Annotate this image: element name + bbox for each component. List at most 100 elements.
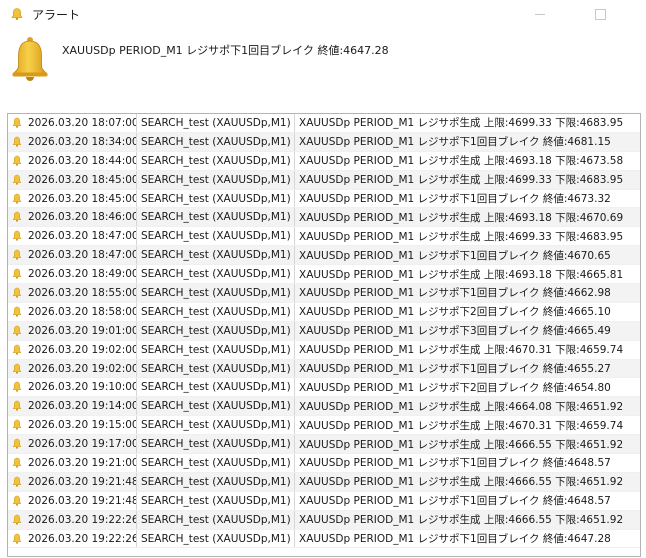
bell-icon <box>12 344 22 355</box>
alert-text: XAUUSDp PERIOD_M1 レジサポ下1回目ブレイク 終値:4670.6… <box>299 249 611 262</box>
alert-text: XAUUSDp PERIOD_M1 レジサポ下1回目ブレイク 終値:4673.3… <box>299 193 611 205</box>
alert-source: SEARCH_test (XAUUSDp,M1) <box>137 510 295 529</box>
alert-row[interactable]: 2026.03.20 19:21:00 SEARCH_test (XAUUSDp… <box>8 454 640 473</box>
alert-row[interactable]: 2026.03.20 19:02:00 SEARCH_test (XAUUSDp… <box>8 359 640 379</box>
alert-time-cell: 2026.03.20 18:34:00 <box>8 132 137 151</box>
alert-list[interactable]: 2026.03.20 18:07:00 SEARCH_test (XAUUSDp… <box>7 113 641 557</box>
alert-row[interactable]: 2026.03.20 18:47:00 SEARCH_test (XAUUSDp… <box>8 246 640 266</box>
alert-row[interactable]: 2026.03.20 18:45:00 SEARCH_test (XAUUSDp… <box>8 189 640 209</box>
title-bar[interactable]: アラート <box>0 0 646 28</box>
alert-row[interactable]: 2026.03.20 19:22:26 SEARCH_test (XAUUSDp… <box>8 510 640 530</box>
alert-source: SEARCH_test (XAUUSDp,M1) <box>137 529 295 548</box>
bell-icon <box>12 514 22 525</box>
alert-time-cell: 2026.03.20 19:14:00 <box>8 397 137 416</box>
maximize-button[interactable] <box>580 0 620 28</box>
alert-row[interactable]: 2026.03.20 18:45:00 SEARCH_test (XAUUSDp… <box>8 170 640 190</box>
alert-header: XAUUSDp PERIOD_M1 レジサポ下1回目ブレイク 終値:4647.2… <box>0 28 646 100</box>
alert-time-cell: 2026.03.20 19:22:26 <box>8 510 137 529</box>
alert-text: XAUUSDp PERIOD_M1 レジサポ生成 上限:4670.31 下限:4… <box>299 419 624 432</box>
alert-source: SEARCH_test (XAUUSDp,M1) <box>137 321 295 340</box>
alert-text: XAUUSDp PERIOD_M1 レジサポ生成 上限:4693.18 下限:4… <box>299 211 624 224</box>
bell-icon <box>12 155 22 166</box>
alert-source: SEARCH_test (XAUUSDp,M1) <box>137 340 295 359</box>
alert-row[interactable]: 2026.03.20 18:44:00 SEARCH_test (XAUUSDp… <box>8 151 640 171</box>
alert-row[interactable]: 2026.03.20 19:21:48 SEARCH_test (XAUUSDp… <box>8 491 640 511</box>
alert-text: XAUUSDp PERIOD_M1 レジサポ生成 上限:4664.08 下限:4… <box>299 400 624 413</box>
bell-icon <box>12 533 22 544</box>
alert-source: SEARCH_test (XAUUSDp,M1) <box>137 114 295 132</box>
alert-time-cell: 2026.03.20 19:22:26 <box>8 529 137 548</box>
alert-time: 2026.03.20 18:45:00 <box>28 192 137 205</box>
alert-text: XAUUSDp PERIOD_M1 レジサポ下1回目ブレイク 終値:4647.2… <box>299 533 611 546</box>
alert-time: 2026.03.20 18:46:00 <box>28 211 137 224</box>
alert-time: 2026.03.20 19:14:00 <box>28 400 137 413</box>
alert-source: SEARCH_test (XAUUSDp,M1) <box>137 208 295 227</box>
alert-time-cell: 2026.03.20 18:46:00 <box>8 208 137 227</box>
alert-row[interactable]: 2026.03.20 19:14:00 SEARCH_test (XAUUSDp… <box>8 397 640 417</box>
bell-icon <box>12 382 22 393</box>
alert-row[interactable]: 2026.03.20 18:07:00 SEARCH_test (XAUUSDp… <box>8 114 640 133</box>
alert-row[interactable]: 2026.03.20 19:02:00 SEARCH_test (XAUUSDp… <box>8 340 640 360</box>
alert-time-cell: 2026.03.20 19:21:48 <box>8 491 137 510</box>
alert-text: XAUUSDp PERIOD_M1 レジサポ下1回目ブレイク 終値:4648.5… <box>299 457 611 470</box>
alert-time-cell: 2026.03.20 19:02:00 <box>8 340 137 359</box>
alert-row[interactable]: 2026.03.20 18:34:00 SEARCH_test (XAUUSDp… <box>8 132 640 152</box>
alert-time: 2026.03.20 18:47:00 <box>28 230 137 243</box>
alert-row[interactable]: 2026.03.20 19:15:00 SEARCH_test (XAUUSDp… <box>8 416 640 436</box>
alert-text: XAUUSDp PERIOD_M1 レジサポ下2回目ブレイク 終値:4665.1… <box>299 306 611 319</box>
alert-text: XAUUSDp PERIOD_M1 レジサポ生成 上限:4670.31 下限:4… <box>299 344 624 357</box>
alert-time: 2026.03.20 19:15:00 <box>28 419 137 432</box>
alert-time-cell: 2026.03.20 19:21:48 <box>8 472 137 491</box>
alert-text: XAUUSDp PERIOD_M1 レジサポ下1回目ブレイク 終値:4648.5… <box>299 495 611 508</box>
alert-row[interactable]: 2026.03.20 19:10:00 SEARCH_test (XAUUSDp… <box>8 378 640 398</box>
alert-source: SEARCH_test (XAUUSDp,M1) <box>137 265 295 284</box>
alert-time: 2026.03.20 19:21:48 <box>28 475 137 488</box>
alert-text: XAUUSDp PERIOD_M1 レジサポ生成 上限:4699.33 下限:4… <box>299 230 624 243</box>
alert-time: 2026.03.20 18:58:00 <box>28 305 137 318</box>
alert-row[interactable]: 2026.03.20 19:21:48 SEARCH_test (XAUUSDp… <box>8 472 640 492</box>
alert-text: XAUUSDp PERIOD_M1 レジサポ生成 上限:4666.55 下限:4… <box>299 514 624 527</box>
alert-time: 2026.03.20 18:07:00 <box>28 116 137 129</box>
alert-time-cell: 2026.03.20 19:01:00 <box>8 321 137 340</box>
alert-time-cell: 2026.03.20 19:10:00 <box>8 378 137 397</box>
maximize-icon <box>594 8 606 20</box>
alert-source: SEARCH_test (XAUUSDp,M1) <box>137 378 295 397</box>
bell-icon <box>12 419 22 430</box>
bell-icon <box>12 231 22 242</box>
alert-row[interactable]: 2026.03.20 19:22:26 SEARCH_test (XAUUSDp… <box>8 529 640 549</box>
alert-row[interactable]: 2026.03.20 18:49:00 SEARCH_test (XAUUSDp… <box>8 265 640 285</box>
alert-time: 2026.03.20 19:22:26 <box>28 532 137 545</box>
alert-time-cell: 2026.03.20 18:45:00 <box>8 189 137 208</box>
alert-time-cell: 2026.03.20 18:45:00 <box>8 170 137 189</box>
bell-icon <box>12 212 22 223</box>
alert-row[interactable]: 2026.03.20 18:47:00 SEARCH_test (XAUUSDp… <box>8 227 640 247</box>
minimize-button[interactable] <box>520 0 560 28</box>
alert-row[interactable]: 2026.03.20 18:55:00 SEARCH_test (XAUUSDp… <box>8 284 640 303</box>
alert-text: XAUUSDp PERIOD_M1 レジサポ下1回目ブレイク 終値:4681.1… <box>299 136 611 149</box>
bell-icon <box>12 136 22 147</box>
bell-icon <box>12 249 22 260</box>
alert-row[interactable]: 2026.03.20 19:17:00 SEARCH_test (XAUUSDp… <box>8 435 640 455</box>
alert-time-cell: 2026.03.20 18:58:00 <box>8 302 137 321</box>
bell-icon <box>12 401 22 412</box>
alert-text: XAUUSDp PERIOD_M1 レジサポ下1回目ブレイク 終値:4655.2… <box>299 363 611 376</box>
bell-icon <box>12 193 22 204</box>
alert-text: XAUUSDp PERIOD_M1 レジサポ生成 上限:4666.55 下限:4… <box>299 438 624 451</box>
bell-icon <box>12 325 22 336</box>
alert-text: XAUUSDp PERIOD_M1 レジサポ生成 上限:4666.55 下限:4… <box>299 476 624 489</box>
alert-time: 2026.03.20 18:44:00 <box>28 154 137 167</box>
alert-row[interactable]: 2026.03.20 18:46:00 SEARCH_test (XAUUSDp… <box>8 208 640 228</box>
bell-icon <box>12 174 22 185</box>
alert-time: 2026.03.20 18:55:00 <box>28 286 137 299</box>
alert-source: SEARCH_test (XAUUSDp,M1) <box>137 302 295 321</box>
bell-icon <box>12 495 22 506</box>
alert-source: SEARCH_test (XAUUSDp,M1) <box>137 151 295 170</box>
alert-text: XAUUSDp PERIOD_M1 レジサポ生成 上限:4693.18 下限:4… <box>299 268 624 281</box>
alert-source: SEARCH_test (XAUUSDp,M1) <box>137 435 295 454</box>
alert-row[interactable]: 2026.03.20 19:01:00 SEARCH_test (XAUUSDp… <box>8 321 640 341</box>
alert-time-cell: 2026.03.20 18:47:00 <box>8 246 137 265</box>
alert-source: SEARCH_test (XAUUSDp,M1) <box>137 170 295 189</box>
alert-source: SEARCH_test (XAUUSDp,M1) <box>137 491 295 510</box>
alert-source: SEARCH_test (XAUUSDp,M1) <box>137 246 295 265</box>
alert-row[interactable]: 2026.03.20 18:58:00 SEARCH_test (XAUUSDp… <box>8 302 640 322</box>
